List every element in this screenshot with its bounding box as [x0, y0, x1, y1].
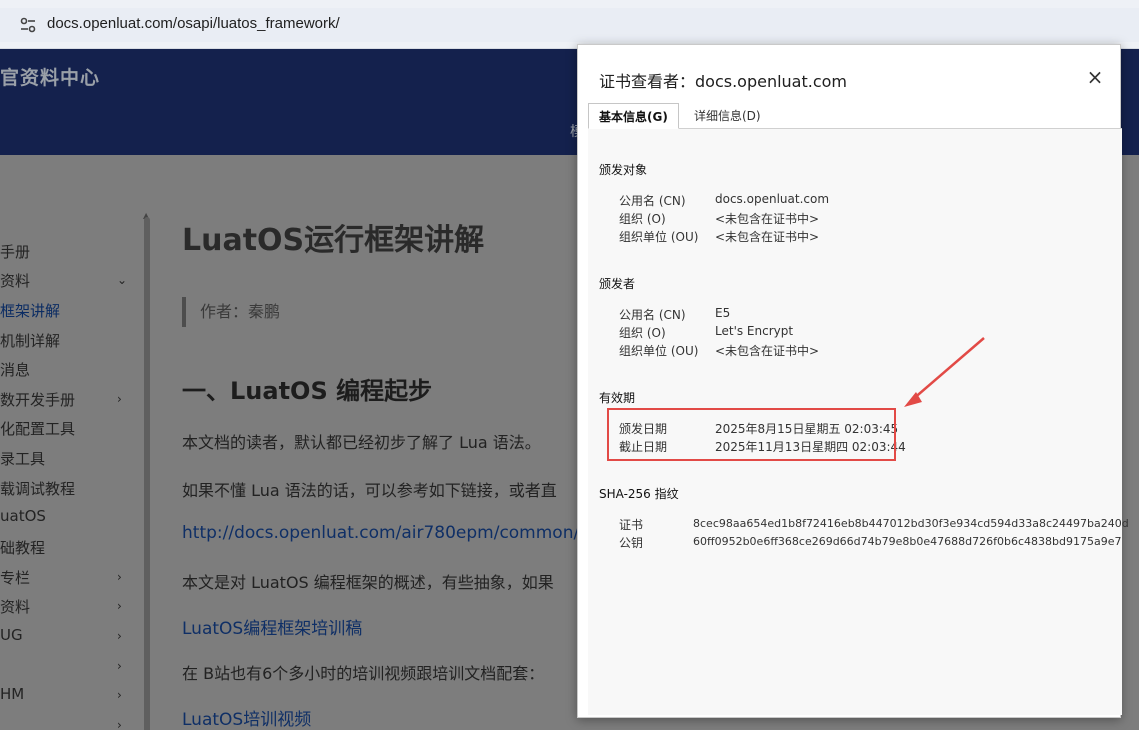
section-heading: 一、LuatOS 编程起步 — [182, 377, 433, 405]
tab-general[interactable]: 基本信息(G) — [588, 103, 679, 129]
fingerprint-heading: SHA-256 指纹 — [599, 487, 679, 501]
chevron-icon[interactable]: › — [117, 392, 122, 406]
issued-to-o-value: <未包含在证书中> — [715, 212, 820, 226]
sidebar-item-label: uatOS — [0, 507, 46, 525]
issued-by-cn-label: 公用名 (CN) — [619, 308, 686, 322]
chevron-icon[interactable]: › — [117, 629, 122, 643]
issued-to-ou-value: <未包含在证书中> — [715, 230, 820, 244]
paragraph-1: 本文档的读者，默认都已经初步了解了 Lua 语法。 — [182, 433, 541, 452]
sidebar-item[interactable]: 资料 › — [0, 596, 140, 620]
sidebar-item[interactable]: 手册 — [0, 241, 140, 265]
chevron-icon[interactable]: › — [117, 659, 122, 673]
sidebar-item[interactable]: 消息 — [0, 359, 140, 383]
sidebar-item-label: 机制详解 — [0, 332, 61, 350]
sidebar-item-label: UG — [0, 626, 23, 644]
chevron-icon[interactable]: › — [117, 718, 122, 730]
tab-details[interactable]: 详细信息(D) — [684, 103, 771, 129]
issued-by-ou-value: <未包含在证书中> — [715, 344, 820, 358]
sidebar-item[interactable]: HM › — [0, 685, 140, 709]
pubkey-fingerprint-value: 60ff0952b0e6ff368ce269d66d74b79e8b0e4768… — [693, 535, 1122, 548]
training-doc-link[interactable]: LuatOS编程框架培训稿 — [182, 614, 362, 639]
sidebar-item[interactable]: 录工具 — [0, 448, 140, 472]
sidebar-item[interactable]: uatOS — [0, 507, 140, 531]
sidebar-item-label: 础教程 — [0, 539, 46, 557]
sidebar-item[interactable]: 机制详解 — [0, 330, 140, 354]
cert-fingerprint-value: 8cec98aa654ed1b8f72416eb8b447012bd30f3e9… — [693, 517, 1129, 530]
sidebar-scrollbar[interactable] — [144, 217, 150, 730]
issued-by-heading: 颁发者 — [599, 277, 636, 291]
chevron-icon[interactable]: › — [117, 570, 122, 584]
lua-link[interactable]: http://docs.openluat.com/air780epm/commo… — [182, 523, 605, 543]
sidebar-item-label: 消息 — [0, 361, 31, 379]
sidebar-item[interactable]: 框架讲解 — [0, 300, 140, 324]
issued-to-o-label: 组织 (O) — [619, 212, 666, 226]
issued-to-ou-label: 组织单位 (OU) — [619, 230, 699, 244]
tab-bar: 基本信息(G) 详细信息(D) — [588, 103, 1122, 129]
site-title[interactable]: 官资料中心 — [0, 63, 100, 90]
issued-by-o-label: 组织 (O) — [619, 326, 666, 340]
issued-by-ou-label: 组织单位 (OU) — [619, 344, 699, 358]
sidebar-item-label: HM — [0, 685, 25, 703]
sidebar-item[interactable]: 化配置工具 — [0, 418, 140, 442]
article-title: LuatOS运行框架讲解 — [182, 223, 485, 258]
chevron-icon[interactable]: › — [117, 599, 122, 613]
sidebar-item-label: 化配置工具 — [0, 420, 76, 438]
author-quote: 作者：秦鹏 — [182, 297, 280, 327]
sidebar-item[interactable]: › — [0, 656, 140, 680]
sidebar-item-label: 资料 — [0, 272, 31, 290]
issued-to-heading: 颁发对象 — [599, 163, 648, 177]
sidebar-item[interactable]: 数开发手册 › — [0, 389, 140, 413]
paragraph-2: 如果不懂 Lua 语法的话，可以参考如下链接，或者直 — [182, 481, 557, 500]
close-button[interactable]: × — [1083, 65, 1107, 89]
url-text[interactable]: docs.openluat.com/osapi/luatos_framework… — [47, 15, 340, 32]
issued-by-cn-value: E5 — [715, 306, 731, 320]
sidebar-item[interactable]: 础教程 — [0, 537, 140, 561]
training-video-link[interactable]: LuatOS培训视频 — [182, 705, 311, 730]
cert-fingerprint-label: 证书 — [619, 518, 644, 532]
sidebar-item-label: 数开发手册 — [0, 391, 76, 409]
pubkey-fingerprint-label: 公钥 — [619, 536, 644, 550]
paragraph-4: 在 B站也有6个多小时的培训视频跟培训文档配套： — [182, 664, 545, 683]
chevron-icon[interactable]: ⌄ — [117, 273, 127, 287]
issued-to-cn-value: docs.openluat.com — [715, 192, 830, 206]
sidebar-item-label: 资料 — [0, 598, 31, 616]
sidebar-item-label: 录工具 — [0, 450, 46, 468]
browser-toolbar: docs.openluat.com/osapi/luatos_framework… — [0, 0, 1139, 49]
sidebar-item[interactable]: UG › — [0, 626, 140, 650]
sidebar-item-label: 框架讲解 — [0, 302, 61, 320]
sidebar-item-label: 手册 — [0, 243, 31, 261]
site-info-icon[interactable] — [18, 15, 38, 35]
issued-to-cn-label: 公用名 (CN) — [619, 194, 686, 208]
validity-heading: 有效期 — [599, 391, 636, 405]
issued-by-o-value: Let's Encrypt — [715, 324, 794, 338]
dialog-title: 证书查看者：docs.openluat.com — [599, 72, 848, 91]
validity-highlight-box — [607, 408, 896, 461]
paragraph-3: 本文是对 LuatOS 编程框架的概述，有些抽象，如果 — [182, 573, 554, 592]
sidebar-item[interactable]: › — [0, 715, 140, 730]
sidebar-item[interactable]: 专栏 › — [0, 567, 140, 591]
chevron-icon[interactable]: › — [117, 688, 122, 702]
sidebar-item[interactable]: 载调试教程 — [0, 478, 140, 502]
sidebar-item[interactable]: 资料 ⌄ — [0, 270, 140, 294]
sidebar-item-label: 专栏 — [0, 569, 31, 587]
sidebar-item-label: 载调试教程 — [0, 480, 76, 498]
certificate-viewer-dialog: 证书查看者：docs.openluat.com × 基本信息(G) 详细信息(D… — [577, 44, 1129, 718]
